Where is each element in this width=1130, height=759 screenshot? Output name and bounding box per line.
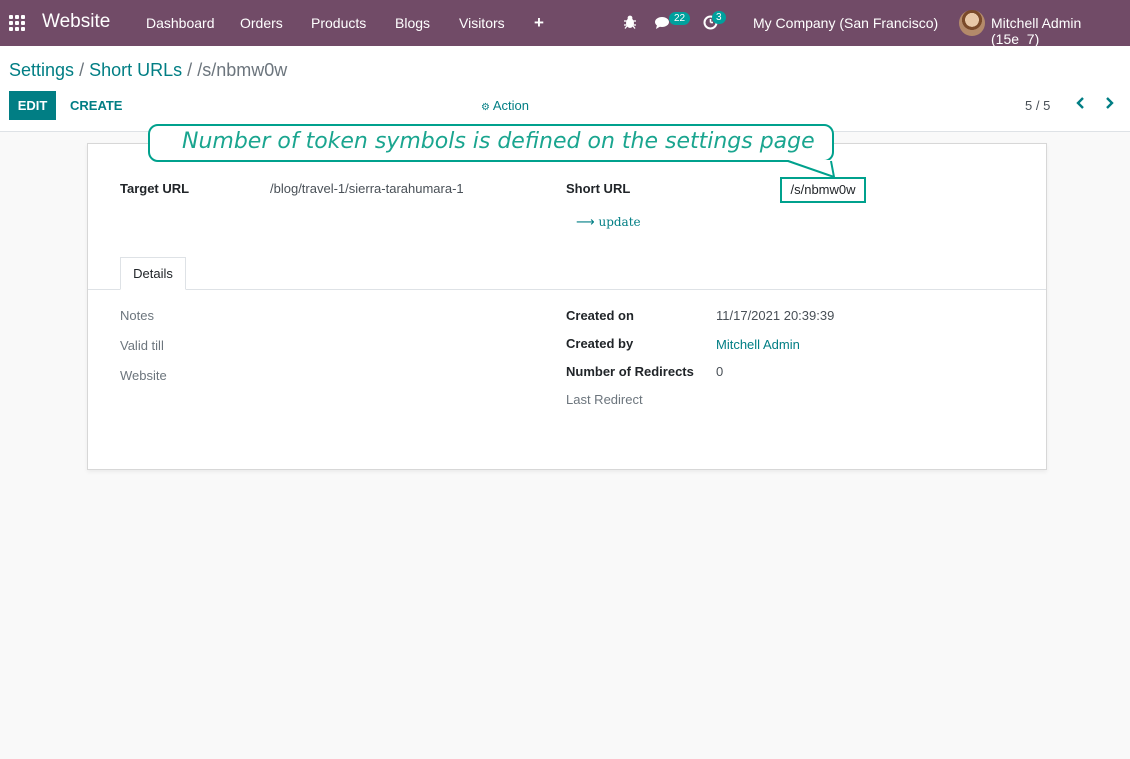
created-by-label: Created by	[566, 336, 634, 351]
action-dropdown[interactable]: ⚙ Action	[481, 98, 529, 113]
breadcrumb-settings[interactable]: Settings	[9, 60, 74, 80]
target-url-label: Target URL	[120, 181, 190, 196]
breadcrumb-separator: /	[187, 60, 193, 80]
redirects-label: Number of Redirects	[566, 364, 694, 379]
tab-divider	[88, 289, 1046, 290]
create-button[interactable]: CREATE	[70, 98, 122, 113]
pager-previous-icon[interactable]	[1075, 96, 1089, 110]
gear-icon: ⚙	[481, 102, 490, 113]
apps-menu-icon[interactable]	[9, 15, 27, 31]
breadcrumb: Settings / Short URLs / /s/nbmw0w	[9, 60, 287, 81]
redirects-value: 0	[716, 364, 724, 379]
website-label: Website	[120, 368, 167, 383]
messages-count-badge: 22	[669, 12, 691, 25]
menu-visitors[interactable]: Visitors	[459, 15, 505, 31]
pager-value[interactable]: 5 / 5	[1025, 98, 1050, 113]
short-url-label: Short URL	[566, 181, 631, 196]
annotation-text: Number of token symbols is defined on th…	[182, 129, 815, 154]
update-label: update	[598, 215, 641, 229]
breadcrumb-current: /s/nbmw0w	[197, 60, 288, 80]
new-content-plus-icon[interactable]: +	[534, 13, 544, 33]
activities-count-badge: 3	[712, 11, 726, 24]
user-avatar[interactable]	[959, 10, 985, 36]
control-panel: Settings / Short URLs / /s/nbmw0w EDIT C…	[0, 46, 1130, 132]
menu-dashboard[interactable]: Dashboard	[146, 15, 215, 31]
breadcrumb-separator: /	[79, 60, 85, 80]
action-label: Action	[492, 98, 530, 113]
user-menu[interactable]: Mitchell Admin (15e_7)	[991, 15, 1130, 47]
created-on-value: 11/17/2021 20:39:39	[716, 308, 835, 323]
menu-orders[interactable]: Orders	[240, 15, 283, 31]
created-on-label: Created on	[566, 308, 634, 323]
app-brand[interactable]: Website	[42, 11, 110, 33]
bug-icon[interactable]	[623, 14, 637, 35]
breadcrumb-short-urls[interactable]: Short URLs	[89, 60, 182, 80]
edit-button[interactable]: EDIT	[9, 91, 56, 120]
top-navbar: Website Dashboard Orders Products Blogs …	[0, 0, 1130, 47]
notes-label: Notes	[120, 308, 154, 323]
valid-till-label: Valid till	[120, 338, 164, 353]
short-url-value: /s/nbmw0w	[780, 177, 866, 203]
update-link[interactable]: ⟶ update	[576, 215, 641, 230]
last-redirect-label: Last Redirect	[566, 392, 643, 407]
annotation-callout: Number of token symbols is defined on th…	[148, 124, 834, 162]
menu-blogs[interactable]: Blogs	[395, 15, 430, 31]
pager-next-icon[interactable]	[1103, 96, 1117, 110]
menu-products[interactable]: Products	[311, 15, 366, 31]
form-sheet: Target URL /blog/travel-1/sierra-tarahum…	[87, 143, 1047, 470]
arrow-right-icon: ⟶	[576, 215, 595, 230]
created-by-link[interactable]: Mitchell Admin	[716, 337, 800, 352]
target-url-value: /blog/travel-1/sierra-tarahumara-1	[270, 181, 464, 196]
tab-details[interactable]: Details	[120, 257, 186, 290]
company-switcher[interactable]: My Company (San Francisco)	[753, 15, 938, 31]
